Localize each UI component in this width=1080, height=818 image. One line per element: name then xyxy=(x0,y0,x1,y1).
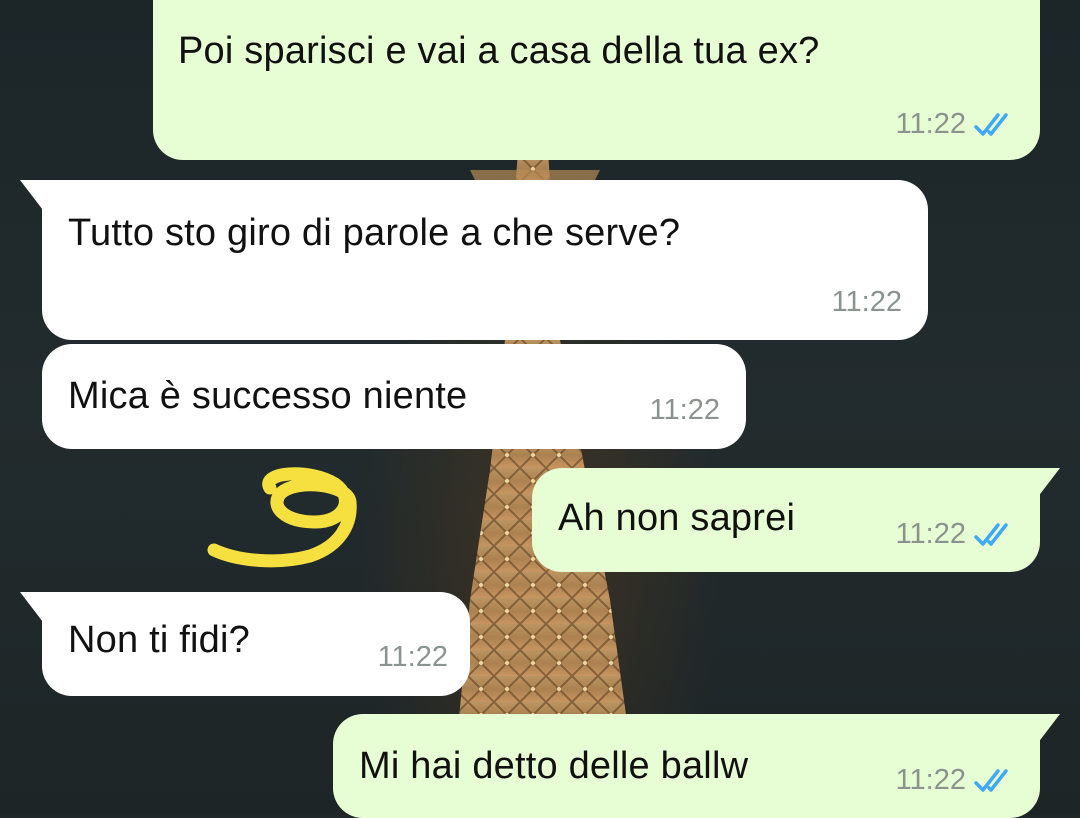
message-time: 11:22 xyxy=(895,108,966,140)
message-time: 11:22 xyxy=(895,764,966,796)
double-check-read-icon xyxy=(974,522,1016,548)
message-meta: 11:22 xyxy=(650,394,720,427)
message-text: Mi hai detto delle ballw xyxy=(359,745,749,787)
message-text: Poi sparisci e vai a casa della tua ex? xyxy=(178,30,820,72)
message-text: Mica è successo niente xyxy=(68,375,468,417)
message-bubble-incoming[interactable]: Mica è successo niente 11:22 xyxy=(42,344,746,449)
message-bubble-outgoing[interactable]: Poi sparisci e vai a casa della tua ex? … xyxy=(153,0,1040,160)
double-check-read-icon xyxy=(974,768,1016,794)
message-bubble-outgoing[interactable]: Ah non saprei 11:22 xyxy=(532,468,1040,572)
message-time: 11:22 xyxy=(831,286,902,318)
message-text: Ah non saprei xyxy=(558,497,796,539)
double-check-read-icon xyxy=(974,112,1016,138)
message-meta: 11:22 xyxy=(896,518,1016,551)
message-time: 11:22 xyxy=(377,641,448,673)
message-time: 11:22 xyxy=(895,518,966,550)
yellow-scribble-icon xyxy=(207,467,357,568)
message-meta: 11:22 xyxy=(378,641,448,674)
message-time: 11:22 xyxy=(649,394,720,426)
message-text: Tutto sto giro di parole a che serve? xyxy=(68,212,681,254)
message-meta: 11:22 xyxy=(832,286,902,319)
message-bubble-incoming[interactable]: Tutto sto giro di parole a che serve? 11… xyxy=(42,180,928,340)
message-bubble-outgoing[interactable]: Mi hai detto delle ballw 11:22 xyxy=(333,714,1040,818)
message-meta: 11:22 xyxy=(896,764,1016,797)
message-text: Non ti fidi? xyxy=(68,619,250,661)
message-meta: 11:22 xyxy=(896,108,1016,141)
message-bubble-incoming[interactable]: Non ti fidi? 11:22 xyxy=(42,592,470,696)
